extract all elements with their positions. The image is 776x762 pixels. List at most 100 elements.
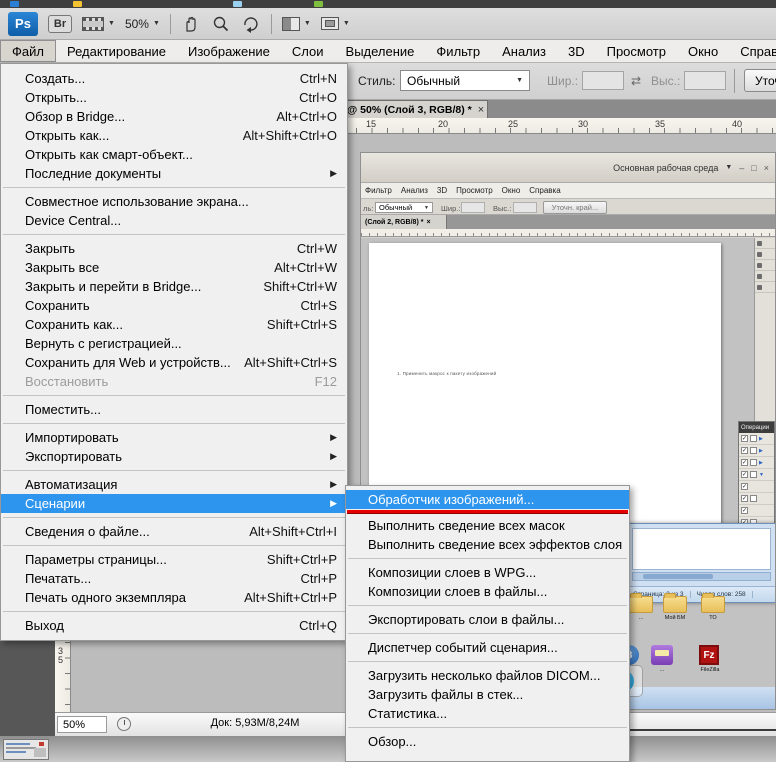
- menu-item-import[interactable]: Импортировать▶: [1, 428, 347, 447]
- submenu-item-load-multiple-dicom[interactable]: Загрузить несколько файлов DICOM...: [346, 666, 629, 685]
- menu-item-open-as[interactable]: Открыть как...Alt+Shift+Ctrl+O: [1, 126, 347, 145]
- menu-item-scripts[interactable]: Сценарии▶: [1, 494, 347, 513]
- zoom-tool-button[interactable]: [211, 14, 231, 34]
- submenu-item-script-events-manager[interactable]: Диспетчер событий сценария...: [346, 638, 629, 657]
- folder-label: Мой БМ: [658, 615, 692, 621]
- nested-menu-view[interactable]: Просмотр: [456, 186, 493, 195]
- menu-item-place[interactable]: Поместить...: [1, 400, 347, 419]
- submenu-item-load-files-into-stack[interactable]: Загрузить файлы в стек...: [346, 685, 629, 704]
- nested-width-input: [461, 202, 485, 213]
- arrange-documents-dropdown[interactable]: ▼: [282, 17, 311, 31]
- status-zoom-input[interactable]: 50%: [57, 716, 107, 733]
- menu-layers[interactable]: Слои: [281, 40, 335, 62]
- nested-menu-window[interactable]: Окно: [502, 186, 521, 195]
- submenu-item-layer-comps-to-files[interactable]: Композиции слоев в файлы...: [346, 582, 629, 601]
- menu-item-print-one-copy[interactable]: Печать одного экземпляраAlt+Shift+Ctrl+P: [1, 588, 347, 607]
- submenu-item-layer-comps-to-wpg[interactable]: Композиции слоев в WPG...: [346, 563, 629, 582]
- minimize-button[interactable]: –: [739, 163, 744, 173]
- menu-analysis[interactable]: Анализ: [491, 40, 557, 62]
- app-icon: [651, 645, 673, 665]
- menu-item-save-as[interactable]: Сохранить как...Shift+Ctrl+S: [1, 315, 347, 334]
- arrange-documents-icon: [282, 17, 300, 31]
- submenu-arrow-icon: ▶: [330, 451, 337, 462]
- menu-item-save-for-web[interactable]: Сохранить для Web и устройств...Alt+Shif…: [1, 353, 347, 372]
- menu-item-close-all[interactable]: Закрыть всеAlt+Ctrl+W: [1, 258, 347, 277]
- menu-item-check-in[interactable]: Вернуть с регистрацией...: [1, 334, 347, 353]
- file-menu-dropdown: Создать...Ctrl+N Открыть...Ctrl+O Обзор …: [0, 63, 348, 641]
- menu-item-page-setup[interactable]: Параметры страницы...Shift+Ctrl+P: [1, 550, 347, 569]
- menu-item-new[interactable]: Создать...Ctrl+N: [1, 69, 347, 88]
- chevron-down-icon: ▼: [725, 164, 732, 171]
- photoshop-window: Ps Br ▼ 50% ▼: [0, 0, 776, 762]
- menu-item-revert: ВосстановитьF12: [1, 372, 347, 391]
- swap-dimensions-icon[interactable]: ⇄: [631, 74, 641, 88]
- view-extras-dropdown[interactable]: ▼: [82, 17, 115, 31]
- menu-item-save[interactable]: СохранитьCtrl+S: [1, 296, 347, 315]
- refine-edge-button[interactable]: Уточн. край...: [744, 69, 776, 92]
- width-input[interactable]: [582, 71, 624, 90]
- menu-item-close[interactable]: ЗакрытьCtrl+W: [1, 239, 347, 258]
- menu-item-close-and-go-to-bridge[interactable]: Закрыть и перейти в Bridge...Shift+Ctrl+…: [1, 277, 347, 296]
- menu-item-file-info[interactable]: Сведения о файле...Alt+Shift+Ctrl+I: [1, 522, 347, 541]
- nested-menu-3d[interactable]: 3D: [437, 186, 447, 195]
- menu-edit[interactable]: Редактирование: [56, 40, 177, 62]
- menu-file[interactable]: Файл: [0, 40, 56, 62]
- menu-window[interactable]: Окно: [677, 40, 729, 62]
- menu-filter[interactable]: Фильтр: [425, 40, 491, 62]
- menu-item-print[interactable]: Печатать...Ctrl+P: [1, 569, 347, 588]
- submenu-item-statistics[interactable]: Статистика...: [346, 704, 629, 723]
- ruler-label: 40: [732, 119, 742, 129]
- nested-menu-help[interactable]: Справка: [529, 186, 560, 195]
- menu-item-share-my-screen[interactable]: Совместное использование экрана...: [1, 192, 347, 211]
- nested-height-label: Выс.:: [493, 204, 511, 213]
- submenu-item-image-processor[interactable]: Обработчик изображений...: [346, 490, 629, 509]
- nested-menu-analysis[interactable]: Анализ: [401, 186, 428, 195]
- menu-item-automate[interactable]: Автоматизация▶: [1, 475, 347, 494]
- launch-bridge-button[interactable]: Br: [48, 15, 72, 33]
- submenu-item-export-layers-to-files[interactable]: Экспортировать слои в файлы...: [346, 610, 629, 629]
- nested-refine-edge-button: Уточн. край...: [543, 201, 607, 214]
- close-button[interactable]: ×: [764, 163, 769, 173]
- document-tab[interactable]: @ 50% (Слой 3, RGB/8) * ×: [330, 100, 488, 118]
- menu-bar: Файл Редактирование Изображение Слои Выд…: [0, 40, 776, 63]
- menu-select[interactable]: Выделение: [335, 40, 426, 62]
- submenu-item-flatten-all-layer-effects[interactable]: Выполнить сведение всех эффектов слоя: [346, 535, 629, 554]
- screen-mode-dropdown[interactable]: ▼: [321, 17, 350, 30]
- ruler-label: 15: [366, 119, 376, 129]
- menu-item-recent-files[interactable]: Последние документы▶: [1, 164, 347, 183]
- menu-item-export[interactable]: Экспортировать▶: [1, 447, 347, 466]
- close-icon[interactable]: ×: [478, 104, 484, 116]
- nested-width-label: Шир.:: [441, 204, 460, 213]
- ruler-label: 25: [508, 119, 518, 129]
- nested-menu-filter[interactable]: Фильтр: [365, 186, 392, 195]
- filezilla-icon: Fz: [699, 645, 719, 665]
- submenu-item-browse[interactable]: Обзор...: [346, 732, 629, 751]
- menu-view[interactable]: Просмотр: [596, 40, 677, 62]
- menu-separator: [3, 187, 345, 188]
- hand-tool-button[interactable]: [181, 14, 201, 34]
- menu-image[interactable]: Изображение: [177, 40, 281, 62]
- nested-document-tab: (Слой 2, RGB/8) *×: [361, 215, 447, 229]
- maximize-button[interactable]: □: [751, 163, 756, 173]
- chevron-down-icon: ▼: [153, 20, 160, 27]
- submenu-arrow-icon: ▶: [330, 432, 337, 443]
- menu-item-exit[interactable]: ВыходCtrl+Q: [1, 616, 347, 635]
- style-select[interactable]: Обычный ▼: [400, 70, 530, 91]
- workspace-switcher-button[interactable]: Основная рабочая среда: [613, 163, 718, 173]
- menu-separator: [3, 423, 345, 424]
- menu-item-open-as-smart-object[interactable]: Открыть как смарт-объект...: [1, 145, 347, 164]
- menu-item-open[interactable]: Открыть...Ctrl+O: [1, 88, 347, 107]
- height-input[interactable]: [684, 71, 726, 90]
- submenu-item-flatten-all-masks[interactable]: Выполнить сведение всех масок: [346, 516, 629, 535]
- word-document-window: Страница: 3 из 3 Число слов: 258: [626, 523, 776, 603]
- top-window-edge: [0, 0, 776, 8]
- menu-item-browse-in-bridge[interactable]: Обзор в Bridge...Alt+Ctrl+O: [1, 107, 347, 126]
- menu-item-device-central[interactable]: Device Central...: [1, 211, 347, 230]
- rotate-view-tool-button[interactable]: [241, 14, 261, 34]
- menu-separator: [3, 470, 345, 471]
- menu-3d[interactable]: 3D: [557, 40, 596, 62]
- width-label: Шир.:: [547, 74, 578, 88]
- chevron-down-icon: ▼: [304, 20, 311, 27]
- menu-help[interactable]: Справка: [729, 40, 776, 62]
- zoom-level-dropdown[interactable]: 50% ▼: [125, 17, 160, 31]
